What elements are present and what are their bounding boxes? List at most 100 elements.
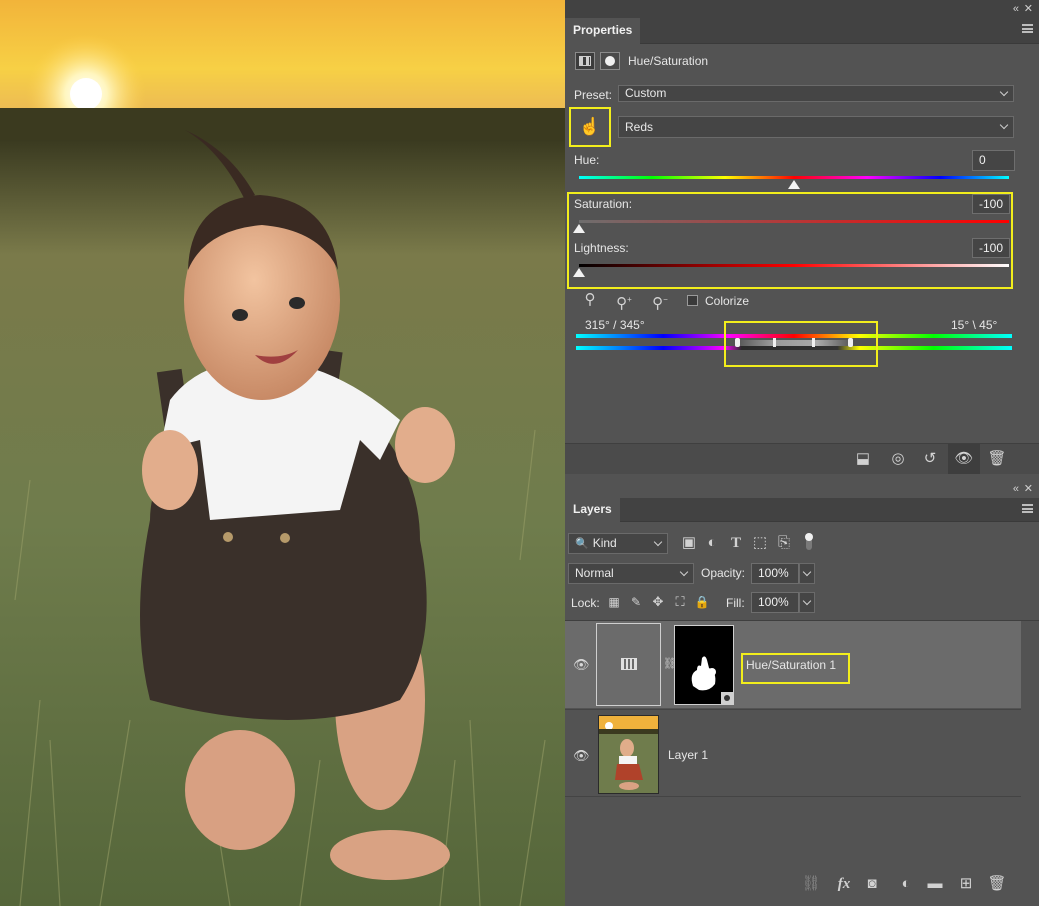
layers-panel-titlebar: « ✕ [565,480,1039,498]
layer-row-layer-1[interactable]: 👁 Layer 1 [565,709,1021,797]
fill-input[interactable]: 100% [751,592,799,613]
panel-menu-icon[interactable] [1022,504,1033,513]
chevron-down-icon [802,596,812,606]
link-layers-icon[interactable]: ⛓ [801,876,821,892]
colorize-checkbox[interactable] [687,295,698,306]
fill-slider-button[interactable] [799,592,815,613]
layer-thumbnail[interactable] [598,715,659,794]
document-canvas[interactable] [0,0,565,906]
layer-row-hue-saturation[interactable]: 👁 ⛓ Hue/Saturation 1 [565,621,1021,708]
hue-input[interactable]: 0 [972,150,1015,171]
layers-tab-row: Layers [565,498,1039,522]
lock-transparent-pixels-icon[interactable]: ▦ [606,594,622,610]
eyedropper-icon[interactable]: ⚲ [579,292,601,310]
layer-name[interactable]: Layer 1 [668,748,708,762]
filter-toggle-icon[interactable] [805,533,813,550]
lightness-label: Lightness: [574,241,629,255]
saturation-label: Saturation: [574,197,633,211]
layer-visibility-eye-icon[interactable]: 👁 [573,748,590,764]
opacity-input[interactable]: 100% [751,563,799,584]
new-group-folder-icon[interactable]: ▬ [925,876,945,892]
lightness-input[interactable]: -100 [972,238,1010,258]
filter-pixel-icon[interactable]: ▣ [681,535,697,551]
mask-linked-icon [721,692,733,704]
reset-icon[interactable]: ↺ [919,451,941,467]
saturation-input[interactable]: -100 [972,194,1010,214]
opacity-label: Opacity: [701,566,746,580]
saturation-slider-thumb[interactable] [573,224,585,233]
lock-image-pixels-icon[interactable]: ✎ [628,594,644,610]
layers-footer: ⛓ fx ◙ ◐ ▬ ⊞ 🗑 [565,870,1039,898]
adjustment-title: Hue/Saturation [628,54,709,68]
hue-saturation-icon [621,658,637,670]
new-adjustment-layer-icon[interactable]: ◐ [896,876,916,892]
filter-kind-value: Kind [592,536,617,550]
opacity-slider-button[interactable] [799,563,815,584]
lightness-slider-track[interactable] [579,264,1009,267]
lock-artboard-icon[interactable]: ⛶ [672,594,688,610]
lock-label: Lock: [571,596,600,610]
layer-name[interactable]: Hue/Saturation 1 [746,658,836,672]
trash-icon[interactable]: 🗑 [987,876,1007,892]
clip-to-layer-icon[interactable]: ⬓ [852,451,874,467]
eyedropper-add-icon[interactable]: ⚲+ [613,292,635,312]
saturation-slider-track[interactable] [579,220,1009,223]
properties-panel-titlebar: « ✕ [565,0,1039,18]
chevron-down-icon [999,120,1009,130]
filter-smartobject-icon[interactable]: ⎘ [776,535,792,551]
layer-mask-icon[interactable] [600,52,620,70]
new-layer-icon[interactable]: ⊞ [956,876,976,892]
adjustment-layer-icon[interactable] [575,52,595,70]
targeted-adjustment-hand-icon[interactable]: ☝ [578,116,602,138]
preset-dropdown[interactable]: Custom [618,85,1014,102]
channel-value: Reds [625,120,654,134]
eyedropper-subtract-icon[interactable]: ⚲− [649,292,671,312]
layer-filter-dropdown[interactable]: 🔍 Kind [568,533,668,554]
adjustment-layer-thumbnail[interactable] [596,623,661,706]
preset-label: Preset: [574,88,613,102]
layer-mask-thumbnail[interactable] [674,625,734,705]
layer-1-thumbnail-image [599,716,658,793]
toggle-visibility-button[interactable]: 👁 [948,444,980,474]
collapse-icon[interactable]: « [1013,482,1019,496]
add-mask-icon[interactable]: ◙ [862,876,882,892]
hue-slider-track[interactable] [579,176,1009,179]
trash-icon[interactable]: 🗑 [986,451,1008,467]
close-icon[interactable]: ✕ [1024,2,1033,16]
tab-properties[interactable]: Properties [565,18,641,44]
color-range-highlight [724,321,878,367]
hue-label: Hue: [574,153,600,167]
baby-photo-image [0,0,565,906]
close-icon[interactable]: ✕ [1024,482,1033,496]
range-right-readout: 15° \ 45° [951,318,998,332]
filter-adjustment-icon[interactable]: ◐ [704,535,720,551]
chevron-down-icon [999,87,1009,97]
layer-visibility-eye-icon[interactable]: 👁 [573,657,590,673]
filter-shape-icon[interactable]: ⬚ [752,535,768,551]
hue-slider-thumb[interactable] [788,180,800,189]
range-left-readout: 315° / 345° [585,318,645,332]
properties-tab-row: Properties [565,18,1039,44]
colorize-label: Colorize [705,294,750,308]
properties-panel: « ✕ Properties Hue/Saturation Preset: Cu… [565,0,1039,478]
lightness-slider-thumb[interactable] [573,268,585,277]
tab-layers[interactable]: Layers [565,498,620,522]
eye-icon: 👁 [954,450,974,467]
sat-light-highlight [567,192,1013,289]
panel-menu-icon[interactable] [1022,24,1033,33]
blend-mode-dropdown[interactable]: Normal [568,563,694,584]
filter-type-icon[interactable]: T [728,535,744,551]
view-previous-state-icon[interactable]: ◎ [887,451,909,467]
collapse-icon[interactable]: « [1013,2,1019,16]
channel-dropdown[interactable]: Reds [618,116,1014,138]
chevron-down-icon [679,567,689,577]
preset-value: Custom [625,86,667,100]
fx-icon[interactable]: fx [833,876,855,892]
properties-footer: ⬓ ◎ ↺ 👁 🗑 [565,444,1039,474]
chevron-down-icon [653,537,663,547]
search-icon: 🔍 [575,538,589,550]
blend-mode-value: Normal [575,566,614,580]
lock-position-icon[interactable]: ✥ [650,594,666,610]
lock-all-icon[interactable]: 🔒 [694,594,710,610]
layers-panel: « ✕ Layers 🔍 Kind ▣ ◐ T ⬚ ⎘ Normal Opacit… [565,480,1039,906]
